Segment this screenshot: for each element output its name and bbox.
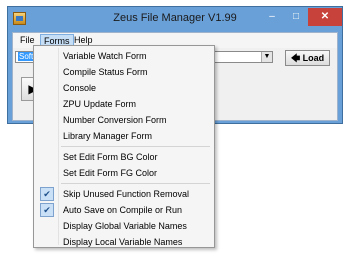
menu-separator: [61, 183, 210, 184]
menu-item-library-manager-form[interactable]: Library Manager Form: [36, 128, 212, 144]
menu-item-label: Skip Unused Function Removal: [63, 189, 190, 199]
menu-item-console[interactable]: Console: [36, 80, 212, 96]
menu-item-variable-watch-form[interactable]: Variable Watch Form: [36, 48, 212, 64]
menu-item-display-global-variable-names[interactable]: Display Global Variable Names: [36, 218, 212, 234]
title-bar[interactable]: Zeus File Manager V1.99 – □ ✕: [8, 7, 342, 31]
menu-item-label: Compile Status Form: [63, 67, 148, 77]
check-icon: ✔: [40, 203, 54, 217]
menu-item-display-local-variable-names[interactable]: Display Local Variable Names: [36, 234, 212, 250]
menu-item-label: Set Edit Form FG Color: [63, 168, 158, 178]
menu-item-label: Library Manager Form: [63, 131, 153, 141]
chevron-down-icon[interactable]: ▼: [261, 52, 272, 62]
menu-item-auto-save-on-compile-or-run[interactable]: ✔ Auto Save on Compile or Run: [36, 202, 212, 218]
menu-item-label: Number Conversion Form: [63, 115, 167, 125]
menu-item-skip-unused-function-removal[interactable]: ✔ Skip Unused Function Removal: [36, 186, 212, 202]
forms-dropdown-menu: Variable Watch Form Compile Status Form …: [33, 45, 215, 248]
menu-item-compile-status-form[interactable]: Compile Status Form: [36, 64, 212, 80]
menu-item-zpu-update-form[interactable]: ZPU Update Form: [36, 96, 212, 112]
maximize-button[interactable]: □: [284, 8, 308, 26]
check-icon: ✔: [40, 187, 54, 201]
menu-item-label: Set Edit Form BG Color: [63, 152, 158, 162]
menu-separator: [61, 146, 210, 147]
menu-item-set-edit-form-bg-color[interactable]: Set Edit Form BG Color: [36, 149, 212, 165]
menu-item-label: Display Global Variable Names: [63, 221, 187, 231]
close-button[interactable]: ✕: [308, 8, 342, 26]
minimize-button[interactable]: –: [260, 8, 284, 26]
menu-item-label: ZPU Update Form: [63, 99, 137, 109]
menu-item-set-edit-form-fg-color[interactable]: Set Edit Form FG Color: [36, 165, 212, 181]
menu-item-label: Display Local Variable Names: [63, 237, 183, 247]
load-button[interactable]: 🡄 Load: [285, 50, 330, 66]
menu-item-label: Variable Watch Form: [63, 51, 147, 61]
arrow-left-icon: 🡄: [290, 53, 301, 63]
menu-item-label: Console: [63, 83, 97, 93]
menu-item-label: Auto Save on Compile or Run: [63, 205, 183, 215]
menu-item-number-conversion-form[interactable]: Number Conversion Form: [36, 112, 212, 128]
load-label: Load: [302, 53, 325, 63]
